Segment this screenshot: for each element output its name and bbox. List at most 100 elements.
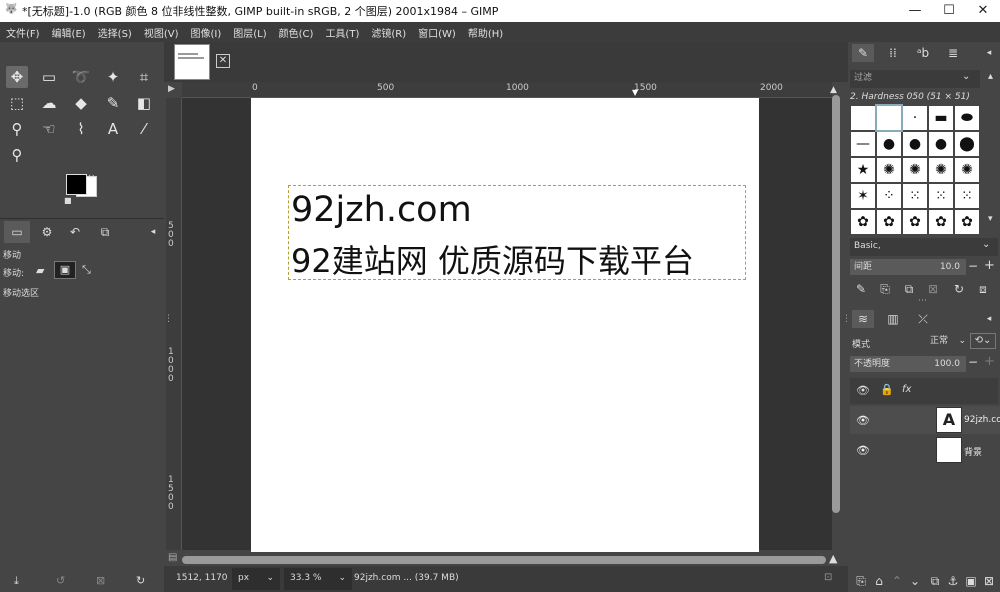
close-window-button[interactable]: ✕: [966, 0, 1000, 22]
layer-row[interactable]: 👁 背景: [850, 436, 1000, 464]
brush-swatch[interactable]: ●: [877, 132, 901, 156]
brush-swatch[interactable]: [875, 104, 903, 132]
image-thumbnail[interactable]: [174, 44, 210, 80]
zoom-icon[interactable]: ⚲: [6, 144, 28, 166]
brush-tab-menu-icon[interactable]: ◂: [978, 44, 1000, 62]
spacing-plus-icon[interactable]: +: [984, 258, 995, 273]
smudge-icon[interactable]: ☜: [38, 118, 60, 140]
brush-swatch[interactable]: —: [851, 132, 875, 156]
fonts-tab-icon[interactable]: ᵃb: [912, 44, 934, 62]
brush-swatch[interactable]: ⬤: [955, 132, 979, 156]
visibility-header-icon[interactable]: 👁: [856, 384, 870, 397]
brush-swatch[interactable]: ✿: [955, 210, 979, 234]
dock-separator-handle[interactable]: ⋯: [918, 296, 927, 306]
image-canvas[interactable]: [251, 98, 759, 552]
brush-swatch[interactable]: ⁙: [903, 184, 927, 208]
default-colors-icon[interactable]: ■: [64, 196, 72, 205]
brush-scroll-down-icon[interactable]: ▾: [988, 214, 993, 224]
refresh-brushes-icon[interactable]: ↻: [948, 280, 970, 298]
unified-transform-icon[interactable]: ⬚: [6, 92, 28, 114]
brush-swatch[interactable]: ✿: [929, 210, 953, 234]
color-picker-icon[interactable]: ⁄: [133, 118, 155, 140]
tool-options-tab-icon[interactable]: ▭: [4, 221, 30, 243]
zoom-select[interactable]: 33.3 % ⌄: [284, 568, 352, 590]
brush-swatch[interactable]: ●: [903, 132, 927, 156]
opacity-field[interactable]: 不透明度 100.0: [850, 356, 966, 372]
clone-icon[interactable]: ⚲: [6, 118, 28, 140]
lock-header-icon[interactable]: 🔒: [880, 383, 894, 396]
brush-swatch[interactable]: ✿: [851, 210, 875, 234]
menu-windows[interactable]: 窗口(W): [412, 25, 462, 40]
effects-header-icon[interactable]: fx: [902, 384, 911, 395]
document-history-tab-icon[interactable]: ≣: [942, 44, 964, 62]
brush-swatch[interactable]: ✿: [877, 210, 901, 234]
filter-dropdown-icon[interactable]: ⌄: [962, 71, 970, 82]
menu-image[interactable]: 图像(I): [185, 25, 228, 40]
maximize-button[interactable]: ☐: [932, 0, 966, 22]
save-options-icon[interactable]: ⤓: [14, 574, 19, 588]
menu-tools[interactable]: 工具(T): [319, 25, 365, 40]
menu-colors[interactable]: 颜色(C): [273, 25, 320, 40]
canvas-padding-icon[interactable]: ⊡: [824, 572, 832, 583]
move-path-icon[interactable]: ⤡: [82, 263, 91, 277]
quick-mask-corner-icon[interactable]: ▶: [168, 84, 175, 94]
brushes-tab-icon[interactable]: ✎: [852, 44, 874, 62]
move-tool-icon[interactable]: ✥: [6, 66, 28, 88]
opacity-plus-icon[interactable]: +: [984, 354, 995, 369]
menu-help[interactable]: 帮助(H): [462, 25, 509, 40]
minimize-button[interactable]: —: [898, 0, 932, 22]
menu-view[interactable]: 视图(V): [138, 25, 185, 40]
restore-options-icon[interactable]: ↺: [56, 574, 65, 587]
spacing-minus-icon[interactable]: −: [968, 259, 978, 273]
lasso-icon[interactable]: ➰: [70, 66, 92, 88]
brush-swatch[interactable]: [851, 106, 875, 130]
warp-icon[interactable]: ☁: [38, 92, 60, 114]
layer-row[interactable]: 👁 A 92jzh.co: [850, 406, 1000, 434]
brush-scroll-icon[interactable]: ▴: [988, 71, 993, 82]
brush-as-image-icon[interactable]: ⧈: [972, 280, 994, 298]
layer-name[interactable]: 92jzh.co: [964, 415, 1000, 425]
layer-visibility-icon[interactable]: 👁: [856, 414, 870, 427]
device-status-tab-icon[interactable]: ⚙: [34, 221, 60, 243]
menu-file[interactable]: 文件(F): [0, 25, 46, 40]
layers-tab-icon[interactable]: ≋: [852, 310, 874, 328]
images-tab-icon[interactable]: ⧉: [92, 221, 118, 243]
bucket-fill-icon[interactable]: ◆: [70, 92, 92, 114]
fuzzy-select-icon[interactable]: ✦: [102, 66, 124, 88]
tab-menu-icon[interactable]: ◂: [140, 221, 166, 243]
paths-icon[interactable]: ⌇: [70, 118, 92, 140]
text-layer-box[interactable]: 92jzh.com 92建站网 优质源码下载平台: [288, 185, 746, 280]
left-dock-handle[interactable]: ⋮: [164, 314, 173, 324]
layer-visibility-icon[interactable]: 👁: [856, 444, 870, 457]
text-tool-icon[interactable]: A: [102, 118, 124, 140]
navigate-icon[interactable]: ▲: [829, 552, 837, 565]
brush-swatch[interactable]: ✺: [877, 158, 901, 182]
undo-history-tab-icon[interactable]: ↶: [62, 221, 88, 243]
menu-layer[interactable]: 图层(L): [227, 25, 272, 40]
close-image-icon[interactable]: ✕: [216, 54, 230, 68]
brush-filter-input[interactable]: 过滤: [850, 70, 980, 88]
crop-icon[interactable]: ⌗: [133, 66, 155, 88]
brush-swatch[interactable]: ●: [929, 132, 953, 156]
menu-filters[interactable]: 滤镜(R): [365, 25, 412, 40]
eraser-icon[interactable]: ◧: [133, 92, 155, 114]
move-selection-icon[interactable]: ▣: [54, 261, 76, 279]
swap-colors-icon[interactable]: ↔: [88, 172, 95, 181]
menu-edit[interactable]: 编辑(E): [46, 25, 92, 40]
spacing-field[interactable]: 间距 10.0: [850, 259, 966, 275]
delete-options-icon[interactable]: ⊠: [96, 574, 105, 587]
horizontal-scrollbar[interactable]: [182, 556, 826, 564]
brush-swatch[interactable]: ·: [903, 106, 927, 130]
brush-swatch[interactable]: ⁙: [955, 184, 979, 208]
brush-swatch[interactable]: ✺: [903, 158, 927, 182]
brush-swatch[interactable]: ✺: [955, 158, 979, 182]
menu-select[interactable]: 选择(S): [92, 25, 138, 40]
brush-swatch[interactable]: ⁙: [929, 184, 953, 208]
brush-swatch[interactable]: ✿: [903, 210, 927, 234]
new-brush-icon[interactable]: ⎘: [874, 280, 896, 298]
zoom-corner-icon[interactable]: ▤: [168, 552, 177, 563]
brush-swatch[interactable]: ⁘: [877, 184, 901, 208]
unit-select[interactable]: px ⌄: [232, 568, 280, 590]
brush-swatch[interactable]: ✶: [851, 184, 875, 208]
switch-mode-icon[interactable]: ⟲⌄: [970, 333, 996, 349]
